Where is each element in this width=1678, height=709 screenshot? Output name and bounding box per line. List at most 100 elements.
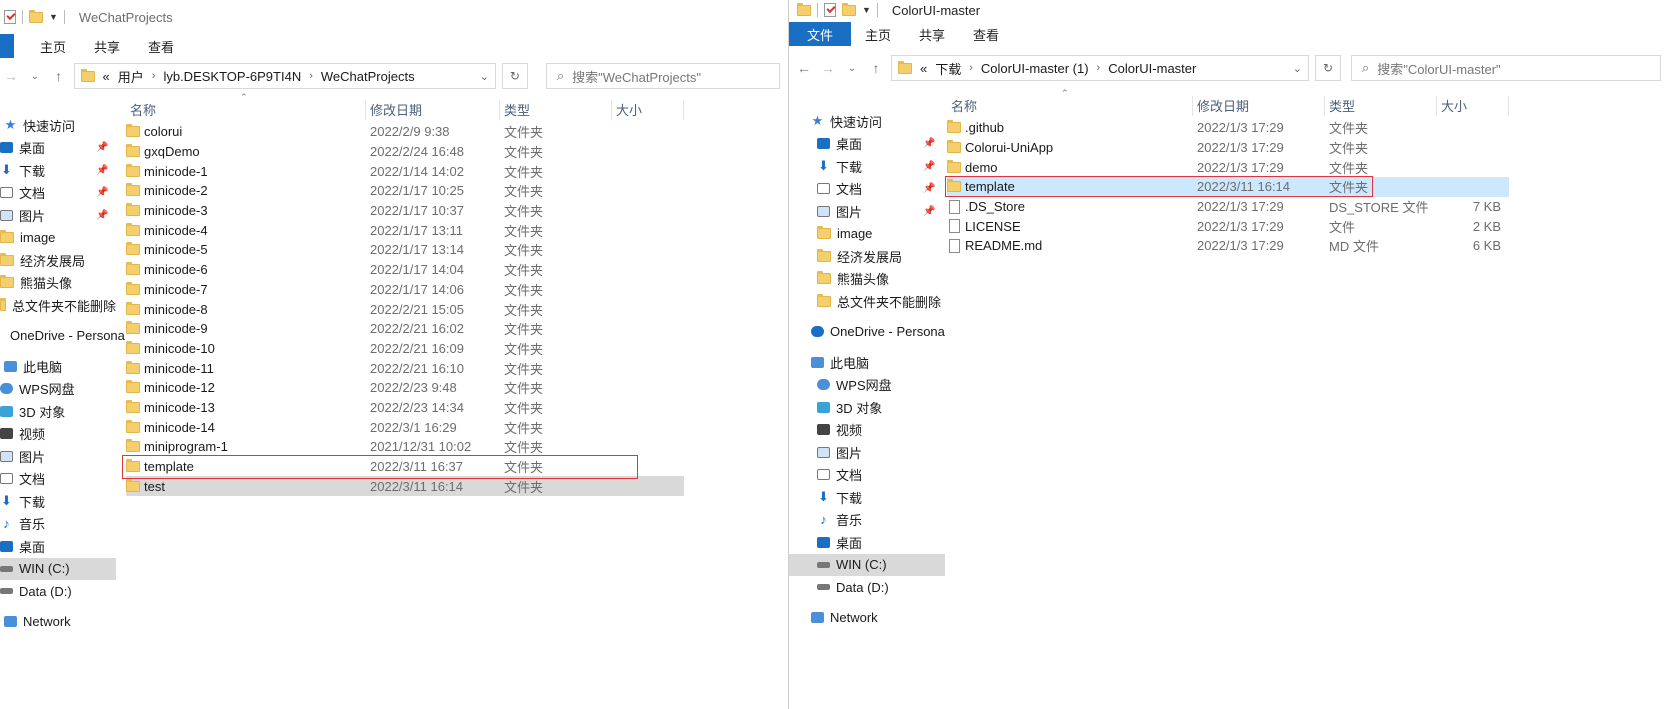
chevron-right-icon[interactable]: › — [309, 70, 313, 82]
address-bar[interactable]: « 用户 › lyb.DESKTOP-6P9TI4N › WeChatProje… — [73, 63, 497, 89]
nav-item[interactable]: 熊猫头像 — [789, 268, 945, 291]
header-type[interactable]: 类型 — [500, 100, 612, 120]
breadcrumb-downloads[interactable]: 下载 — [935, 59, 961, 78]
nav-item[interactable]: OneDrive - Persona — [789, 321, 945, 344]
nav-item[interactable]: ♪ 音乐 — [0, 513, 116, 536]
nav-item[interactable]: 桌面 📌 — [0, 137, 116, 160]
header-date[interactable]: 修改日期 — [1193, 96, 1325, 116]
nav-item[interactable]: ⬇ 下载 📌 — [0, 159, 116, 182]
file-row[interactable]: minicode-12 2022/2/23 9:48 文件夹 — [126, 378, 684, 398]
nav-item[interactable]: 桌面 — [0, 535, 116, 558]
file-row[interactable]: demo 2022/1/3 17:29 文件夹 — [947, 157, 1509, 177]
chevron-down-icon[interactable]: ⌄ — [480, 70, 489, 83]
file-row[interactable]: gxqDemo 2022/2/24 16:48 文件夹 — [126, 142, 684, 162]
tab-home[interactable]: 主页 — [14, 34, 80, 58]
tab-file[interactable] — [0, 34, 14, 58]
nav-item[interactable]: 经济发展局 — [789, 245, 945, 268]
header-size[interactable]: 大小 — [1437, 96, 1509, 116]
file-row[interactable]: minicode-9 2022/2/21 16:02 文件夹 — [126, 319, 684, 339]
file-row[interactable]: .github 2022/1/3 17:29 文件夹 — [947, 118, 1509, 138]
search-box[interactable]: ⌕ 搜索"WeChatProjects" — [545, 63, 780, 89]
chevron-down-icon[interactable]: ⌄ — [1293, 62, 1302, 75]
new-folder-icon[interactable] — [29, 9, 43, 23]
file-row[interactable]: LICENSE 2022/1/3 17:29 文件 2 KB — [947, 216, 1509, 236]
tab-view[interactable]: 查看 — [134, 34, 188, 58]
nav-item[interactable]: ★ 快速访问 — [789, 110, 945, 133]
nav-item[interactable]: 图片 📌 — [789, 200, 945, 223]
file-row[interactable]: minicode-6 2022/1/17 14:04 文件夹 — [126, 260, 684, 280]
up-arrow-icon[interactable]: ↑ — [50, 68, 68, 84]
forward-arrow-icon[interactable]: → — [2, 68, 20, 84]
nav-item[interactable]: 视频 — [0, 423, 116, 446]
nav-item[interactable]: 熊猫头像 — [0, 272, 116, 295]
nav-item[interactable]: WPS网盘 — [789, 374, 945, 397]
file-row[interactable]: minicode-13 2022/2/23 14:34 文件夹 — [126, 398, 684, 418]
nav-item[interactable]: 此电脑 — [0, 355, 116, 378]
header-size[interactable]: 大小 — [612, 100, 684, 120]
file-row[interactable]: template 2022/3/11 16:14 文件夹 — [947, 177, 1509, 197]
tab-home[interactable]: 主页 — [851, 22, 905, 46]
nav-item[interactable]: 桌面 — [789, 531, 945, 554]
file-row[interactable]: test 2022/3/11 16:14 文件夹 — [126, 476, 684, 497]
breadcrumb-back[interactable]: « — [920, 61, 927, 76]
breadcrumb-users[interactable]: 用户 — [118, 67, 144, 86]
nav-item[interactable]: ★ 快速访问 — [0, 114, 116, 137]
file-row[interactable]: miniprogram-1 2021/12/31 10:02 文件夹 — [126, 437, 684, 457]
nav-item[interactable]: OneDrive - Persona — [0, 325, 125, 348]
nav-item[interactable]: ⬇ 下载 📌 — [789, 155, 945, 178]
header-date[interactable]: 修改日期 — [366, 100, 500, 120]
chevron-right-icon[interactable]: › — [969, 62, 973, 74]
nav-item[interactable]: 此电脑 — [789, 351, 945, 374]
tab-file[interactable]: 文件 — [789, 22, 852, 46]
nav-item[interactable]: image — [0, 227, 116, 250]
new-folder-icon[interactable] — [842, 2, 856, 16]
nav-item[interactable]: Data (D:) — [0, 580, 116, 603]
breadcrumb-user[interactable]: lyb.DESKTOP-6P9TI4N — [163, 69, 301, 84]
file-row[interactable]: Colorui-UniApp 2022/1/3 17:29 文件夹 — [947, 138, 1509, 158]
nav-item[interactable]: ⬇ 下载 — [0, 490, 116, 513]
refresh-button[interactable]: ↻ — [1315, 55, 1341, 81]
tab-share[interactable]: 共享 — [80, 34, 134, 58]
back-arrow-icon[interactable]: ← — [795, 60, 813, 76]
properties-icon[interactable] — [824, 3, 836, 17]
file-row[interactable]: minicode-3 2022/1/17 10:37 文件夹 — [126, 201, 684, 221]
file-row[interactable]: minicode-11 2022/2/21 16:10 文件夹 — [126, 358, 684, 378]
nav-item[interactable]: 3D 对象 — [0, 400, 116, 423]
tab-view[interactable]: 查看 — [959, 22, 1013, 46]
header-name[interactable]: 名称 — [947, 96, 1193, 116]
tab-share[interactable]: 共享 — [905, 22, 959, 46]
up-arrow-icon[interactable]: ↑ — [867, 60, 885, 76]
nav-item[interactable]: ⬇ 下载 — [789, 486, 945, 509]
file-row[interactable]: minicode-2 2022/1/17 10:25 文件夹 — [126, 181, 684, 201]
nav-item[interactable]: 桌面 📌 — [789, 133, 945, 156]
breadcrumb-parent[interactable]: ColorUI-master (1) — [981, 61, 1089, 76]
breadcrumb-current[interactable]: WeChatProjects — [321, 69, 415, 84]
nav-item[interactable]: 文档 📌 — [789, 178, 945, 201]
nav-item[interactable]: 文档 📌 — [0, 182, 116, 205]
header-name[interactable]: 名称 — [126, 100, 366, 120]
header-type[interactable]: 类型 — [1325, 96, 1437, 116]
address-bar[interactable]: « 下载 › ColorUI-master (1) › ColorUI-mast… — [891, 55, 1309, 81]
file-row[interactable]: colorui 2022/2/9 9:38 文件夹 — [126, 122, 684, 142]
nav-item[interactable]: 图片 — [789, 441, 945, 464]
recent-chevron-icon[interactable]: ⌄ — [26, 71, 44, 82]
nav-item[interactable]: 图片 — [0, 445, 116, 468]
file-row[interactable]: minicode-7 2022/1/17 14:06 文件夹 — [126, 280, 684, 300]
nav-item[interactable]: image — [789, 223, 945, 246]
properties-icon[interactable] — [4, 10, 16, 24]
file-row[interactable]: minicode-1 2022/1/14 14:02 文件夹 — [126, 161, 684, 181]
nav-item[interactable]: 经济发展局 — [0, 249, 116, 272]
file-row[interactable]: minicode-5 2022/1/17 13:14 文件夹 — [126, 240, 684, 260]
nav-item[interactable]: 总文件夹不能删除 — [0, 294, 116, 317]
breadcrumb-current[interactable]: ColorUI-master — [1108, 61, 1196, 76]
search-box[interactable]: ⌕ 搜索"ColorUI-master" — [1351, 55, 1661, 81]
nav-item[interactable]: 3D 对象 — [789, 396, 945, 419]
nav-item[interactable]: Data (D:) — [789, 576, 945, 599]
nav-item[interactable]: 文档 — [789, 464, 945, 487]
nav-item[interactable]: WIN (C:) — [0, 557, 116, 580]
nav-item[interactable]: WIN (C:) — [789, 553, 945, 576]
nav-item[interactable]: 文档 — [0, 468, 116, 491]
nav-item[interactable]: 图片 📌 — [0, 204, 116, 227]
file-row[interactable]: template 2022/3/11 16:37 文件夹 — [126, 457, 684, 477]
file-row[interactable]: minicode-10 2022/2/21 16:09 文件夹 — [126, 339, 684, 359]
